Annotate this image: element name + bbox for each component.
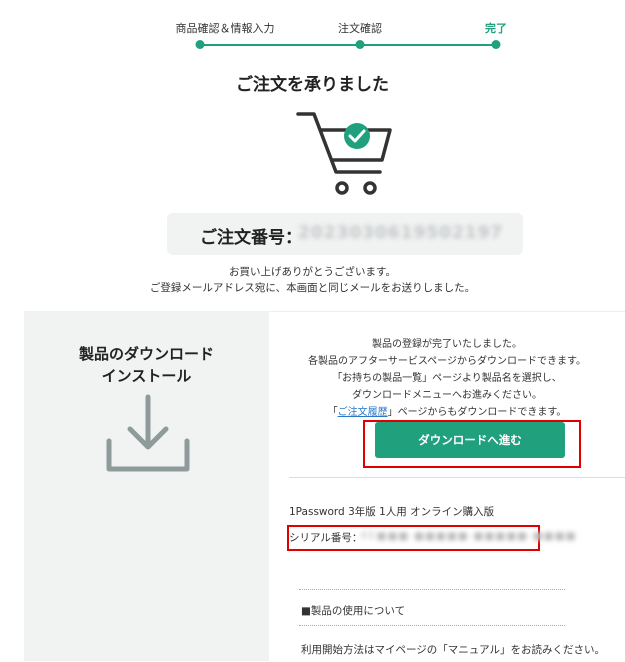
info-line-5: 「ご注文履歴」ページからもダウンロードできます。: [269, 404, 625, 421]
download-install-title-line-2: インストール: [101, 367, 192, 385]
info-line-2: 各製品のアフターサービスページからダウンロードできます。: [308, 356, 586, 367]
order-number-value: 20230306195021​97: [298, 223, 504, 243]
divider: [289, 477, 625, 478]
download-icon: [106, 394, 190, 472]
step-dot-input: [195, 40, 205, 49]
info-line-4: ダウンロードメニューへお進みください。: [352, 390, 542, 401]
dashed-divider-top: [299, 589, 565, 590]
download-install-panel: 製品のダウンロード インストール: [24, 311, 269, 661]
download-info-text: 製品の登録が完了いたしました。 各製品のアフターサービスページからダウンロードで…: [269, 336, 625, 421]
info-line-5-prefix: 「: [327, 407, 338, 418]
download-button[interactable]: ダウンロードへ進む: [375, 422, 565, 458]
order-number-label: ご注文番号：: [200, 228, 302, 248]
product-name: 1Password 3年版 1人用 オンライン購入版: [289, 506, 495, 518]
serial-number-label: シリアル番号：: [289, 532, 363, 544]
step-label-confirm: 注文確認: [338, 22, 382, 35]
dashed-divider-bottom: [299, 625, 565, 626]
usage-text: 利用開始方法はマイページの「マニュアル」をお読みください。: [301, 644, 605, 656]
step-dot-complete: [491, 40, 501, 49]
thanks-message: お買い上げありがとうございます。 ご登録メールアドレス宛に、本画面と同じメールを…: [0, 264, 625, 296]
usage-heading: ■製品の使用について: [301, 605, 406, 617]
page-title: ご注文を承りました: [236, 75, 389, 95]
step-label-complete: 完了: [485, 22, 507, 35]
order-number-box: ご注文番号： 20230306195021​97: [167, 213, 523, 255]
download-install-title-line-1: 製品のダウンロード: [78, 345, 214, 363]
info-line-5-suffix: 」ページからもダウンロードできます。: [387, 407, 567, 418]
order-history-link[interactable]: ご注文履歴: [338, 407, 388, 418]
step-dot-confirm: [355, 40, 365, 49]
download-info-panel: 製品の登録が完了いたしました。 各製品のアフターサービスページからダウンロードで…: [269, 311, 625, 662]
progress-track: [200, 44, 496, 46]
download-install-title: 製品のダウンロード インストール: [24, 343, 269, 387]
shopping-cart-check-icon: [296, 112, 392, 195]
info-line-3: 「お持ちの製品一覧」ページより製品名を選択し、: [332, 373, 562, 384]
thanks-line-2: ご登録メールアドレス宛に、本画面と同じメールをお送りしました。: [149, 282, 476, 294]
thanks-line-1: お買い上げありがとうございます。: [229, 266, 396, 278]
info-line-1: 製品の登録が完了いたしました。: [372, 339, 522, 350]
step-label-input: 商品確認＆情報入力: [175, 22, 275, 35]
serial-number-value: KE■■■-■■■■■-■■■■■-■■■■: [361, 530, 577, 542]
